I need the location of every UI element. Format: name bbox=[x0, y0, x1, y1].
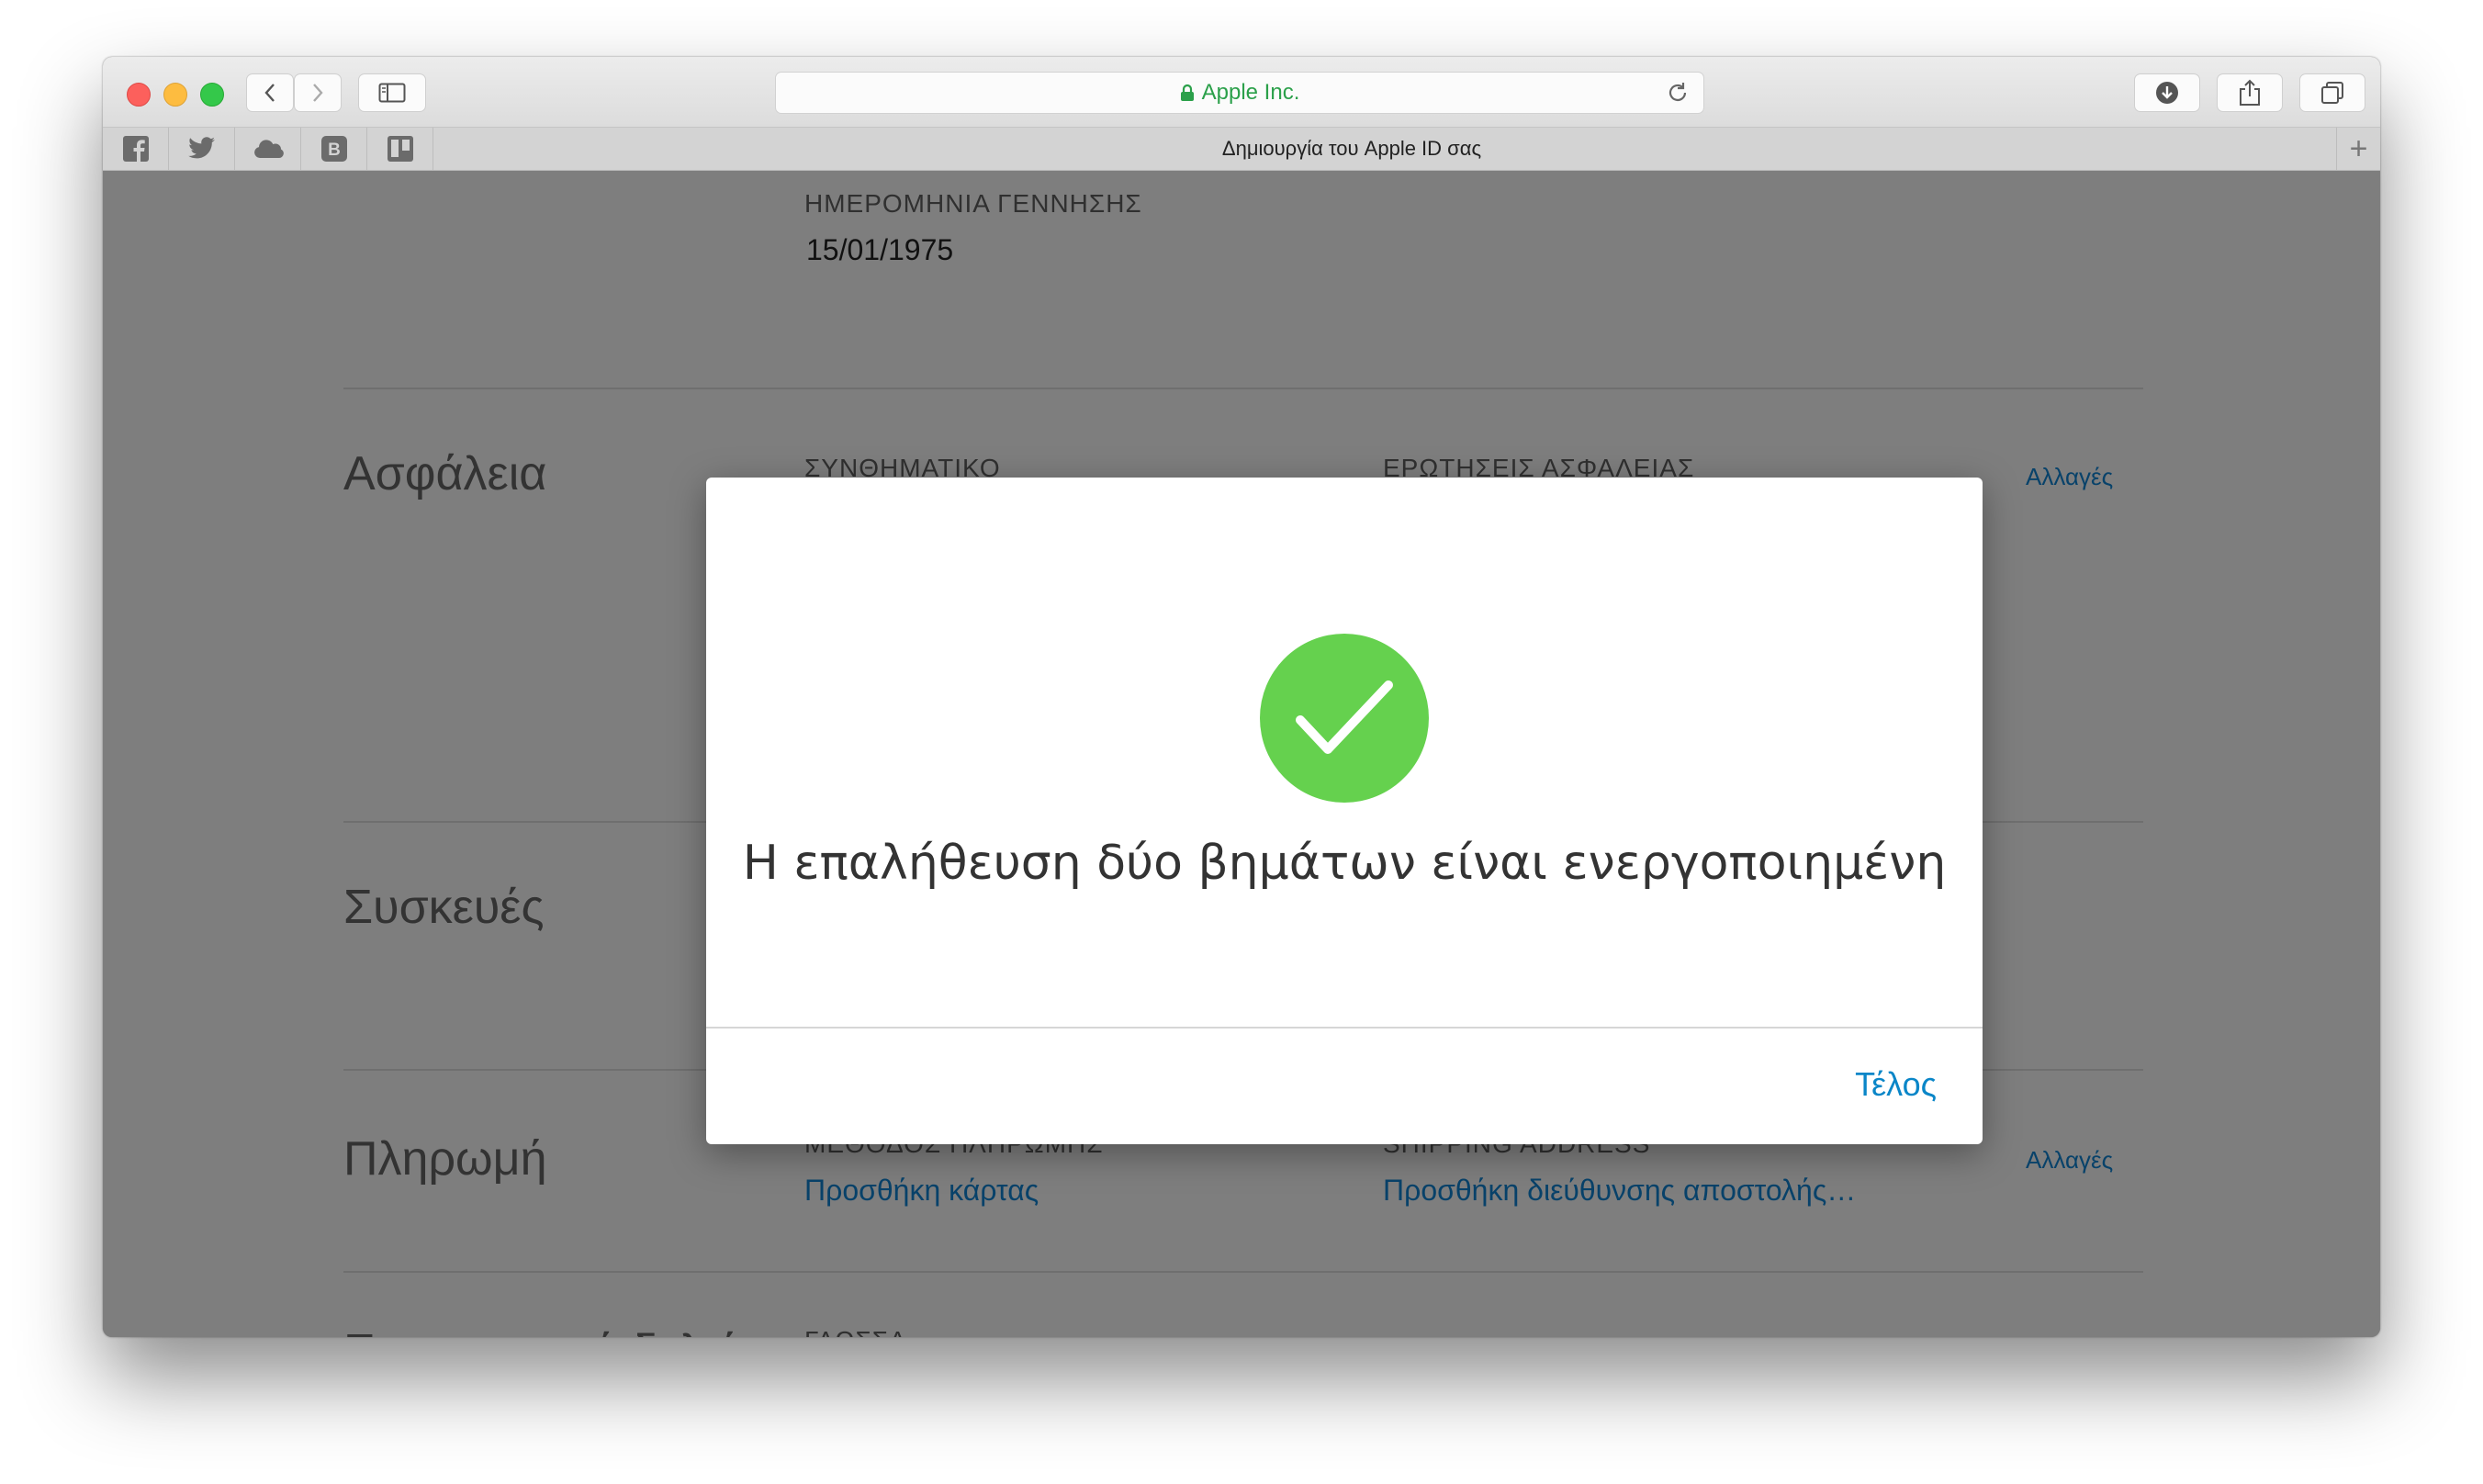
checkmark-icon bbox=[1296, 680, 1393, 754]
b-favorite[interactable]: B bbox=[301, 128, 367, 170]
downloads-button[interactable] bbox=[2134, 73, 2200, 112]
share-button[interactable] bbox=[2217, 73, 2283, 112]
facebook-favorite[interactable] bbox=[103, 128, 169, 170]
active-tab-title[interactable]: Δημιουργία του Apple ID σας bbox=[369, 128, 2334, 170]
lock-icon bbox=[1180, 84, 1194, 101]
section-divider bbox=[343, 1271, 2143, 1273]
language-label: ΓΛΩΣΣΑ bbox=[804, 1326, 907, 1337]
minimize-window-button[interactable] bbox=[163, 83, 187, 107]
security-edit-link[interactable]: Αλλαγές bbox=[2026, 463, 2113, 491]
b-letter-icon: B bbox=[320, 136, 347, 162]
section-divider bbox=[343, 388, 2143, 389]
forward-button[interactable] bbox=[294, 73, 342, 112]
add-card-link[interactable]: Προσθήκη κάρτας bbox=[804, 1174, 1039, 1208]
chevron-left-icon bbox=[264, 84, 275, 102]
tabs-icon bbox=[2321, 82, 2343, 104]
tabs-overview-button[interactable] bbox=[2299, 73, 2365, 112]
svg-text:B: B bbox=[328, 141, 341, 160]
birthdate-value: 15/01/1975 bbox=[806, 233, 954, 266]
security-section-title: Ασφάλεια bbox=[343, 447, 547, 500]
chevron-right-icon bbox=[313, 84, 323, 102]
browser-toolbar: Apple Inc. bbox=[103, 57, 2380, 128]
dialog-divider bbox=[706, 1027, 1983, 1029]
newsletters-section-title: Ενημερωτικά δελτία bbox=[343, 1324, 760, 1337]
browser-window: Apple Inc. B Δημιουργία του Apple ID σας… bbox=[103, 57, 2380, 1337]
share-icon bbox=[2240, 79, 2260, 106]
dialog-message: Η επαλήθευση δύο βημάτων είναι ενεργοποι… bbox=[742, 836, 1947, 891]
favorites-tab-bar: B Δημιουργία του Apple ID σας + bbox=[103, 128, 2380, 171]
reload-icon[interactable] bbox=[1665, 80, 1691, 106]
address-bar[interactable]: Apple Inc. bbox=[775, 72, 1704, 114]
new-tab-button[interactable]: + bbox=[2336, 128, 2380, 170]
payment-edit-link[interactable]: Αλλαγές bbox=[2026, 1146, 2113, 1175]
done-button[interactable]: Τέλος bbox=[1855, 1065, 1937, 1104]
download-icon bbox=[2156, 82, 2178, 104]
address-text: Apple Inc. bbox=[1201, 80, 1300, 105]
success-checkmark-icon bbox=[1260, 634, 1429, 803]
add-shipping-address-link[interactable]: Προσθήκη διεύθυνσης αποστολής… bbox=[1383, 1174, 1856, 1208]
cloud-icon bbox=[253, 140, 284, 158]
birthdate-label: ΗΜΕΡΟΜΗΝΙΑ ΓΕΝΝΗΣΗΣ bbox=[804, 189, 1142, 218]
back-button[interactable] bbox=[246, 73, 294, 112]
payment-section-title: Πληρωμή bbox=[343, 1132, 547, 1186]
close-window-button[interactable] bbox=[127, 83, 151, 107]
twitter-icon bbox=[187, 137, 215, 159]
sidebar-icon bbox=[378, 83, 406, 103]
icloud-favorite[interactable] bbox=[235, 128, 301, 170]
facebook-icon bbox=[122, 136, 149, 162]
devices-section-title: Συσκευές bbox=[343, 881, 545, 934]
twitter-favorite[interactable] bbox=[169, 128, 235, 170]
zoom-window-button[interactable] bbox=[200, 83, 224, 107]
sidebar-toggle-button[interactable] bbox=[358, 73, 426, 112]
two-step-confirmation-dialog: Η επαλήθευση δύο βημάτων είναι ενεργοποι… bbox=[706, 478, 1983, 1144]
